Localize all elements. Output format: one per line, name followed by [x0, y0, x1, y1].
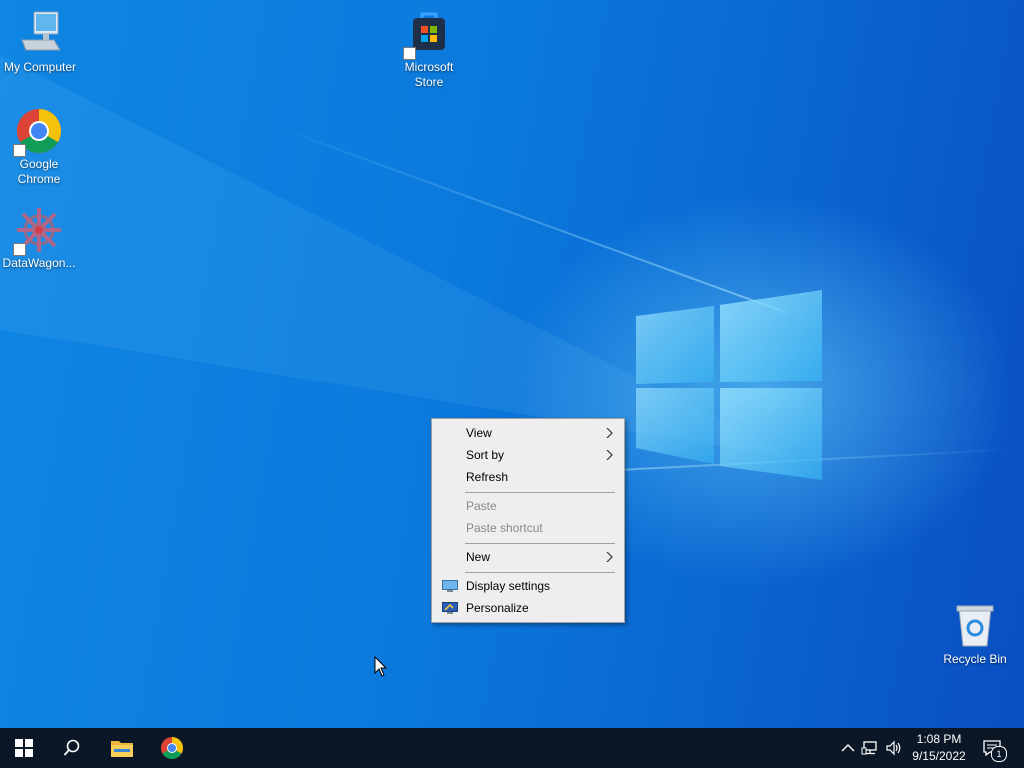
chevron-right-icon	[606, 428, 613, 438]
desktop-icon-google-chrome[interactable]: Google Chrome	[0, 107, 79, 187]
menu-separator	[465, 543, 615, 544]
start-button[interactable]	[0, 728, 48, 768]
volume-icon[interactable]	[884, 738, 904, 758]
menu-separator	[465, 492, 615, 493]
menu-item-label: View	[466, 426, 492, 440]
network-icon[interactable]	[861, 738, 881, 758]
menu-separator	[465, 572, 615, 573]
chevron-right-icon	[606, 552, 613, 562]
desktop-icon-label-text: Google Chrome	[17, 157, 61, 186]
menu-item-label: Paste	[466, 499, 497, 513]
search-button[interactable]	[48, 728, 96, 768]
chevron-up-icon[interactable]	[838, 738, 858, 758]
menu-item-paste[interactable]: Paste	[432, 495, 624, 517]
desktop-icon-label: My Computer	[3, 60, 77, 74]
menu-item-label: Refresh	[466, 470, 509, 484]
file-explorer-icon	[111, 741, 133, 757]
computer-icon	[21, 11, 61, 51]
chrome-icon	[161, 737, 183, 759]
menu-item-refresh[interactable]: Refresh	[432, 466, 624, 488]
desktop-icon-recycle-bin[interactable]: Recycle Bin	[935, 602, 1015, 667]
desktop-icon-microsoft-store[interactable]: Microsoft Store	[389, 10, 469, 90]
personalize-icon	[442, 602, 458, 614]
clock-date: 9/15/2022	[912, 749, 966, 763]
menu-item-display-settings[interactable]: Display settings	[432, 575, 624, 597]
shortcut-arrow-icon	[13, 243, 26, 256]
desktop-icon-my-computer[interactable]: My Computer	[0, 10, 80, 75]
desktop-icon-label: DataWagon...	[2, 256, 76, 270]
clock-time: 1:08 PM	[916, 732, 962, 746]
taskbar: 1:08 PM 9/15/2022 1	[0, 728, 1024, 768]
menu-item-label: Personalize	[466, 601, 529, 615]
windows-wallpaper-logo	[636, 290, 822, 480]
display-icon	[442, 580, 458, 592]
desktop-icon-label: Google Chrome	[0, 157, 79, 187]
notification-center-button[interactable]: 1	[978, 736, 1007, 762]
desktop-icon-label-text: Microsoft Store	[404, 60, 454, 89]
chrome-taskbar-button[interactable]	[148, 728, 196, 768]
notification-count-badge: 1	[991, 746, 1007, 762]
desktop-context-menu: View Sort by Refresh Paste Paste shortcu…	[431, 418, 625, 623]
shortcut-arrow-icon	[13, 144, 26, 157]
windows-start-icon	[15, 739, 33, 757]
mouse-pointer-icon	[374, 656, 388, 677]
recycle-bin-icon	[956, 605, 994, 647]
menu-item-label: Sort by	[466, 448, 505, 462]
desktop-icon-label: Recycle Bin	[943, 652, 1007, 666]
shortcut-arrow-icon	[403, 47, 416, 60]
file-explorer-button[interactable]	[98, 728, 146, 768]
menu-item-view[interactable]: View	[432, 422, 624, 444]
menu-item-label: Paste shortcut	[466, 521, 543, 535]
menu-item-paste-shortcut[interactable]: Paste shortcut	[432, 517, 624, 539]
menu-item-label: New	[466, 550, 491, 564]
desktop-icon-datawagon[interactable]: DataWagon...	[0, 206, 79, 271]
clock[interactable]: 1:08 PM 9/15/2022	[904, 731, 974, 765]
menu-item-personalize[interactable]: Personalize	[432, 597, 624, 619]
menu-item-sort-by[interactable]: Sort by	[432, 444, 624, 466]
chevron-right-icon	[606, 450, 613, 460]
menu-item-new[interactable]: New	[432, 546, 624, 568]
search-icon	[63, 739, 80, 756]
menu-item-label: Display settings	[466, 579, 551, 593]
desktop[interactable]: My Computer Google Chrome DataWagon... M…	[0, 0, 1024, 728]
desktop-icon-label: Microsoft Store	[389, 60, 469, 90]
